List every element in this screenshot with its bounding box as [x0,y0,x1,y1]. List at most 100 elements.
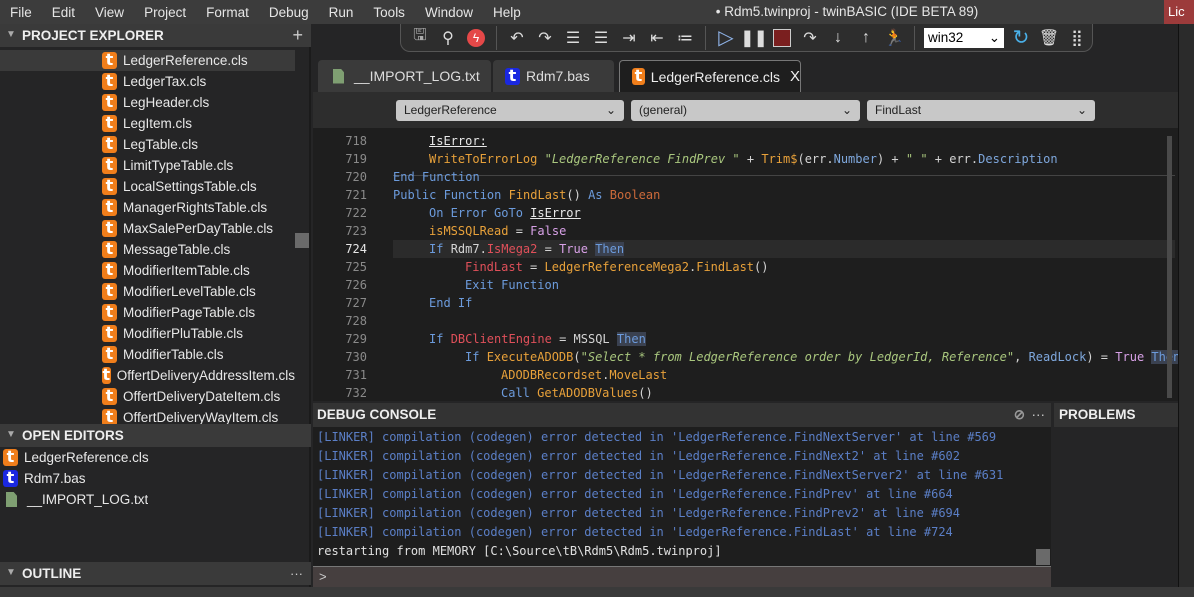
step-into-icon[interactable]: ↓ [827,27,849,49]
open-editor-item[interactable]: t LedgerReference.cls [3,447,149,468]
redo-icon[interactable]: ↷ [534,27,556,49]
twinbasic-class-icon: t [632,68,645,85]
console-input[interactable]: > [313,566,1051,587]
tree-item[interactable]: t LedgerTax.cls [0,71,295,92]
object-select[interactable]: (general) ⌄ [631,100,860,121]
lightning-icon[interactable]: ϟ [465,27,487,49]
chevron-down-icon: ⌄ [605,103,616,117]
more-icon[interactable]: ··· [1032,407,1046,422]
code-text: FindLast = LedgerReferenceMega2.FindLast… [465,258,768,276]
open-editor-item[interactable]: t Rdm7.bas [3,468,86,489]
grid-icon[interactable]: ⣿ [1066,27,1088,49]
open-editors-header[interactable]: ▼ OPEN EDITORS [0,424,311,447]
step-out-icon[interactable]: ↑ [855,27,877,49]
twinbasic-class-icon: t [102,157,117,174]
step-over-icon[interactable]: ↷ [799,27,821,49]
code-token: " " [905,152,928,166]
tree-item[interactable]: t ModifierPageTable.cls [0,302,295,323]
tree-item[interactable]: t LegItem.cls [0,113,295,134]
code-token: "Select * from LedgerReference order by … [580,350,1015,364]
menu-run[interactable]: Run [319,5,364,20]
tree-item[interactable]: t LedgerReference.cls [0,50,295,71]
open-editor-item[interactable]: __IMPORT_LOG.txt [3,489,148,510]
separator [705,25,706,50]
menu-tools[interactable]: Tools [363,5,415,20]
undo-icon[interactable]: ↶ [506,27,528,49]
code-token: = [537,242,560,256]
menu-project[interactable]: Project [134,5,196,20]
tree-item[interactable]: t ModifierLevelTable.cls [0,281,295,302]
tree-item[interactable]: t MessageTable.cls [0,239,295,260]
indent-icon[interactable]: ⇥ [618,27,640,49]
code-line: 718 IsError: [313,132,1173,150]
code-token: Trim$ [761,152,798,166]
menu-window[interactable]: Window [415,5,483,20]
comment-icon[interactable]: ☰ [590,27,612,49]
code-token: MSSQL [573,332,617,346]
menu-format[interactable]: Format [196,5,259,20]
refresh-icon[interactable]: ↻ [1010,27,1032,49]
menu-edit[interactable]: Edit [42,5,85,20]
line-number: 720 [345,170,367,184]
license-button[interactable]: Lic [1164,0,1194,24]
tree-item[interactable]: t LegHeader.cls [0,92,295,113]
prompt-icon: > [319,569,327,584]
tree-item[interactable]: t OffertDeliveryAddressItem.cls [0,365,295,386]
pause-icon[interactable]: ❚❚ [741,27,768,49]
procedure-select[interactable]: FindLast ⌄ [867,100,1095,121]
tree-item[interactable]: t ModifierItemTable.cls [0,260,295,281]
tree-item[interactable]: t OffertDeliveryDateItem.cls [0,386,295,407]
search-icon[interactable]: ⚲ [437,27,459,49]
tab-import-log[interactable]: __IMPORT_LOG.txt [318,60,491,92]
menu-bar: File Edit View Project Format Debug Run Tools Wi… [0,0,1194,24]
tree-item[interactable]: t ManagerRightsTable.cls [0,197,295,218]
stop-icon[interactable] [771,27,793,49]
console-scrollbar-thumb[interactable] [1036,549,1050,565]
menu-debug[interactable]: Debug [259,5,319,20]
line-number: 732 [345,386,367,400]
tab-label: __IMPORT_LOG.txt [354,68,480,84]
outdent-icon[interactable]: ⇤ [646,27,668,49]
tab-ledgerreference[interactable]: t LedgerReference.cls X [619,60,801,92]
save-icon[interactable]: 🖫 [409,27,431,49]
menu-file[interactable]: File [0,5,42,20]
code-token: If [429,242,451,256]
tree-item-label: OffertDeliveryDateItem.cls [123,389,281,404]
tree-item[interactable]: t LegTable.cls [0,134,295,155]
editor-scrollbar[interactable] [1167,136,1172,398]
console-line: [LINKER] compilation (codegen) error det… [317,487,953,501]
code-line: 719 WriteToErrorLog "LedgerReference Find… [313,150,1173,168]
menu-view[interactable]: View [85,5,134,20]
module-select[interactable]: LedgerReference ⌄ [396,100,624,121]
more-icon[interactable]: ··· [290,566,303,581]
tree-scrollbar-thumb[interactable] [295,233,309,248]
format-icon[interactable]: ☰ [562,27,584,49]
close-icon[interactable]: X [790,68,800,85]
tab-rdm7[interactable]: t Rdm7.bas [493,60,614,92]
code-text: IsError: [429,132,487,150]
code-editor[interactable]: 718 IsError: 719 WriteToErrorLog "LedgerRef… [313,128,1178,401]
tree-item[interactable]: t LocalSettingsTable.cls [0,176,295,197]
tree-item[interactable]: t ModifierPluTable.cls [0,323,295,344]
clear-console-icon[interactable]: ⊘ [1014,407,1025,423]
project-explorer-header[interactable]: ▼ PROJECT EXPLORER + [0,24,311,47]
code-token: ) = [1086,350,1116,364]
collapse-icon: ▼ [6,429,16,440]
run-icon[interactable]: ▷ [715,27,737,49]
tree-item-label: MaxSalePerDayTable.cls [123,221,274,236]
add-icon[interactable]: + [292,25,303,46]
tree-item[interactable]: t MaxSalePerDayTable.cls [0,218,295,239]
run-to-cursor-icon[interactable]: 🏃 [883,27,905,49]
trash-icon[interactable]: 🗑 [1038,27,1060,49]
status-bar [0,587,1194,597]
tree-item[interactable]: t ModifierTable.cls [0,344,295,365]
twinbasic-class-icon: t [102,220,117,237]
code-token: Boolean [609,188,661,202]
outline-header[interactable]: ▼ OUTLINE ··· [0,562,311,585]
platform-select[interactable]: win32 ⌄ [924,27,1004,48]
code-text: If Rdm7.IsMega2 = True Then [429,240,625,258]
list-icon[interactable]: ≔ [674,27,696,49]
tree-item[interactable]: t LimitTypeTable.cls [0,155,295,176]
menu-help[interactable]: Help [483,5,531,20]
tree-item-label: ModifierLevelTable.cls [123,284,256,299]
